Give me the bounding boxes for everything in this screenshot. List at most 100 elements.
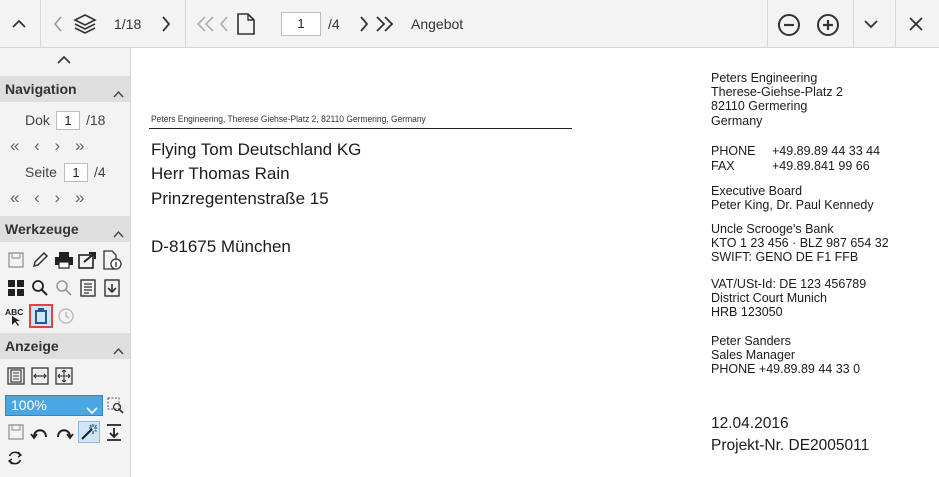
fit-width-icon[interactable] (30, 366, 50, 386)
company-line: 82110 Germering (711, 99, 808, 114)
pen-icon[interactable] (30, 250, 50, 270)
save-view-icon[interactable] (6, 422, 26, 442)
bank-line: KTO 1 23 456 · BLZ 987 654 32 (711, 236, 889, 251)
document-nav-arrows[interactable]: « ‹ › » (10, 136, 89, 156)
contact-line: PHONE +49.89.89 44 33 0 (711, 362, 861, 377)
seite-label: Seite (25, 164, 57, 180)
document-counter: 1/18 (114, 16, 142, 32)
search-next-icon[interactable] (54, 278, 74, 298)
clipboard-icon[interactable] (29, 304, 53, 328)
bank-line: SWIFT: GENO DE F1 FFB (711, 250, 859, 265)
search-icon[interactable] (30, 278, 50, 298)
zoom-out-icon[interactable] (776, 12, 802, 38)
zoom-in-icon[interactable] (815, 12, 841, 38)
scroll-down-icon[interactable] (104, 422, 124, 442)
contact-line: Peter Sanders (711, 334, 791, 348)
text-document-icon[interactable] (78, 278, 98, 298)
fax-value: +49.89.841 99 66 (772, 159, 870, 173)
bank-block: Uncle Scrooge's Bank KTO 1 23 456 · BLZ … (711, 222, 889, 265)
vat-line: District Court Munich (711, 291, 827, 306)
dok-total: /18 (86, 112, 106, 128)
bank-line: Uncle Scrooge's Bank (711, 222, 834, 236)
werkzeuge-section-header[interactable]: Werkzeuge (0, 216, 130, 242)
chevron-up-icon[interactable] (113, 342, 124, 360)
recipient-name: Herr Thomas Rain (151, 164, 290, 183)
document-stack-icon[interactable] (71, 10, 99, 38)
company-line: Peters Engineering (711, 71, 818, 85)
sender-underline (149, 128, 572, 129)
anzeige-title: Anzeige (5, 338, 59, 354)
dok-label: Dok (25, 112, 50, 128)
page-number-input[interactable]: 1 (281, 12, 321, 36)
history-icon[interactable] (56, 306, 76, 326)
thumbnails-grid-icon[interactable] (6, 278, 26, 298)
page-icon[interactable] (234, 10, 258, 38)
abc-label: ABC (5, 307, 23, 317)
chevron-up-icon[interactable] (113, 85, 124, 103)
vat-block: VAT/USt-Id: DE 123 456789 District Court… (711, 277, 866, 320)
next-page-icon[interactable] (357, 14, 371, 34)
zoom-value: 100% (11, 397, 47, 413)
navigation-section-header[interactable]: Navigation (0, 76, 130, 102)
fit-all-icon[interactable] (54, 366, 74, 386)
contact-line: Sales Manager (711, 348, 796, 363)
company-line: Therese-Giehse-Platz 2 (711, 85, 844, 100)
chevron-up-icon[interactable] (113, 225, 124, 243)
download-document-icon[interactable] (102, 278, 122, 298)
recipient-company: Flying Tom Deutschland KG (151, 140, 362, 159)
contact-block: Peter Sanders Sales Manager PHONE +49.89… (711, 334, 860, 377)
anzeige-section-header[interactable]: Anzeige (0, 333, 130, 359)
page-nav-arrows[interactable]: « ‹ › » (10, 188, 89, 208)
magic-wand-icon[interactable] (78, 421, 100, 443)
recipient-street: Prinzregentenstraße 15 (151, 189, 329, 208)
sidebar: Navigation Dok 1 /18 « ‹ › » Seite 1 /4 … (0, 48, 131, 477)
seite-total: /4 (94, 164, 106, 180)
sender-address-line: Peters Engineering, Therese Giehse-Platz… (151, 114, 426, 124)
refresh-icon[interactable] (5, 448, 25, 468)
document-date: 12.04.2016 (711, 415, 789, 432)
document-type-label: Angebot (411, 16, 464, 32)
phone-row: PHONE (711, 144, 755, 158)
document-info-icon[interactable] (102, 250, 122, 270)
company-address-block: Peters Engineering Therese-Giehse-Platz … (711, 71, 843, 128)
phone-value: +49.89.89 44 33 44 (772, 144, 881, 158)
prev-document-icon[interactable] (50, 14, 66, 34)
rotate-left-icon[interactable] (30, 422, 50, 442)
werkzeuge-title: Werkzeuge (5, 221, 79, 237)
seite-number-input[interactable]: 1 (64, 163, 88, 182)
sidebar-collapse-up-icon[interactable] (55, 52, 73, 66)
document-view: Peters Engineering, Therese Giehse-Platz… (132, 48, 939, 477)
prev-page-icon[interactable] (217, 14, 231, 34)
dok-number-input[interactable]: 1 (56, 111, 80, 130)
toolbar-separator (853, 0, 854, 47)
recipient-city: D-81675 München (151, 237, 291, 256)
toolbar-separator (40, 0, 41, 47)
collapse-up-icon[interactable] (8, 13, 30, 35)
top-toolbar: 1/18 1 /4 Angebot (0, 0, 939, 48)
close-icon[interactable] (906, 14, 926, 34)
chevron-down-icon[interactable] (86, 401, 98, 420)
fax-label: FAX (711, 159, 735, 173)
toolbar-separator (895, 0, 896, 47)
first-page-icon[interactable] (195, 14, 217, 34)
abc-select-icon[interactable]: ABC (4, 306, 26, 326)
toolbar-separator (767, 0, 768, 47)
vat-line: VAT/USt-Id: DE 123 456789 (711, 277, 867, 291)
vat-line: HRB 123050 (711, 305, 783, 320)
zoom-select[interactable]: 100% (5, 395, 103, 416)
board-block: Executive Board Peter King, Dr. Paul Ken… (711, 184, 874, 212)
page-total: /4 (328, 16, 340, 32)
board-line: Executive Board (711, 184, 803, 198)
save-icon[interactable] (6, 250, 26, 270)
navigation-title: Navigation (5, 81, 77, 97)
export-icon[interactable] (78, 250, 98, 270)
project-number: Projekt-Nr. DE2005011 (711, 437, 870, 454)
last-page-icon[interactable] (373, 14, 395, 34)
next-document-icon[interactable] (158, 14, 174, 34)
chevron-down-icon[interactable] (862, 16, 880, 32)
rotate-right-icon[interactable] (54, 422, 74, 442)
board-line: Peter King, Dr. Paul Kennedy (711, 198, 874, 213)
print-icon[interactable] (54, 250, 74, 270)
fit-page-icon[interactable] (6, 366, 26, 386)
zoom-area-icon[interactable] (106, 396, 126, 416)
